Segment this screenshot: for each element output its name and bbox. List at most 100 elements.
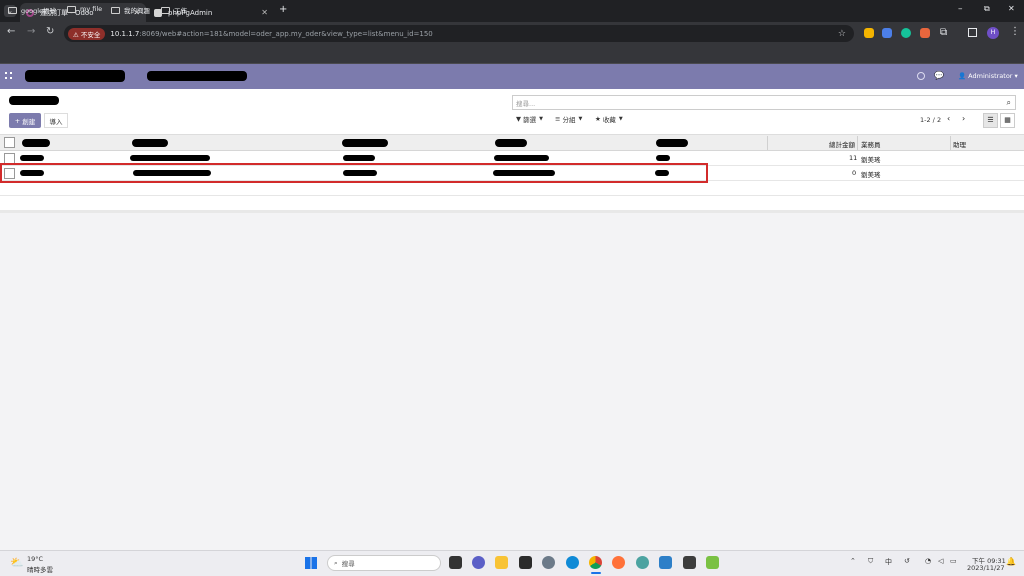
defender-icon[interactable]: ⛉ (868, 557, 873, 566)
active-app-indicator (591, 572, 601, 574)
column-header-salesperson[interactable]: 業務員 (861, 139, 881, 149)
column-divider (857, 136, 858, 150)
redacted-column-header[interactable] (342, 139, 388, 147)
pager-value[interactable]: 1-2 / 2 (920, 116, 941, 124)
group-label: 分組 (562, 116, 576, 124)
create-label: 創建 (22, 117, 36, 126)
folder-icon (8, 6, 17, 14)
user-menu[interactable]: 👤 Administrator ▾ (958, 72, 1018, 80)
battery-icon[interactable]: ▭ (950, 557, 957, 565)
wifi-icon[interactable]: ◔ (925, 557, 931, 565)
close-window-icon[interactable]: ✕ (1008, 4, 1015, 13)
redacted-cell (130, 155, 210, 161)
redacted-menu-item[interactable] (147, 71, 247, 81)
filters-dropdown[interactable]: ▼ 篩選 ▼ (516, 114, 543, 124)
redacted-column-header[interactable] (132, 139, 168, 147)
sitemap-extension-icon[interactable] (920, 28, 930, 38)
search-input[interactable]: 搜尋... ⌕ (512, 95, 1016, 110)
profile-avatar[interactable]: H (987, 27, 999, 39)
task-view-icon[interactable] (449, 556, 462, 569)
close-tab-icon[interactable]: ✕ (261, 8, 268, 17)
pager-prev-icon[interactable]: ‹ (947, 114, 950, 123)
favorites-dropdown[interactable]: ★ 收藏 ▼ (595, 114, 623, 124)
vscode-icon[interactable] (659, 556, 672, 569)
select-all-checkbox[interactable] (4, 137, 15, 148)
group-by-dropdown[interactable]: ≡ 分組 ▼ (555, 114, 582, 124)
edge-browser-icon[interactable] (566, 556, 579, 569)
redacted-breadcrumb (9, 96, 59, 105)
calendar-view-icon[interactable]: ▦ (1000, 113, 1015, 128)
bookmark-google[interactable]: google帳號 (8, 5, 56, 15)
folder-icon (161, 6, 170, 14)
row-salesperson: 劉美瑤 (861, 156, 881, 164)
minimize-icon[interactable]: – (958, 4, 963, 14)
table-footer-row (0, 181, 1024, 196)
search-placeholder: 搜尋... (516, 99, 536, 108)
windows-start-icon[interactable] (305, 557, 317, 569)
column-header-assistant[interactable]: 助理 (953, 139, 966, 149)
bookmark-label: 工作 (174, 7, 187, 15)
weather-icon[interactable]: ⛅ (10, 556, 24, 569)
bookmark-interests[interactable]: 我的興趣 (111, 5, 150, 15)
settings-gear-icon[interactable] (542, 556, 555, 569)
redacted-cell (656, 155, 670, 161)
folder-icon (67, 5, 76, 13)
ime-mode-icon[interactable]: ↺ (904, 557, 910, 565)
column-divider (767, 136, 768, 150)
browser-menu-icon[interactable]: ⋮ (1010, 26, 1020, 37)
maximize-icon[interactable]: ⧉ (984, 4, 990, 14)
app-icon[interactable] (683, 556, 696, 569)
terminal-icon[interactable] (519, 556, 532, 569)
pager-next-icon[interactable]: › (962, 114, 965, 123)
search-icon[interactable]: ⌕ (1007, 98, 1011, 108)
translate-extension-icon[interactable] (882, 28, 892, 38)
list-bottom-border (0, 210, 1024, 213)
remote-app-icon[interactable] (636, 556, 649, 569)
row-total: 0 (852, 169, 857, 177)
weather-temp[interactable]: 19°C (27, 555, 43, 563)
new-tab-button[interactable]: + (279, 4, 287, 15)
reload-icon[interactable]: ↻ (46, 26, 54, 37)
back-icon[interactable]: ← (7, 26, 15, 37)
redacted-column-header[interactable] (495, 139, 527, 147)
column-divider (950, 136, 951, 150)
favorites-label: 收藏 (602, 116, 616, 124)
list-view-icon[interactable]: ☰ (983, 113, 998, 128)
url-host: 10.1.1.7 (110, 29, 140, 38)
extension-icon[interactable] (864, 28, 874, 38)
chat-app-icon[interactable] (472, 556, 485, 569)
clock-date[interactable]: 2023/11/27 (967, 564, 1004, 572)
apps-menu-icon[interactable] (5, 72, 12, 79)
security-badge[interactable]: ⚠ 不安全 (68, 27, 106, 40)
grammar-extension-icon[interactable] (901, 28, 911, 38)
firefox-browser-icon[interactable] (612, 556, 625, 569)
file-explorer-icon[interactable] (495, 556, 508, 569)
address-bar[interactable]: ⚠ 不安全 10.1.1.7:8069/web#action=181&model… (64, 25, 854, 42)
search-icon: ⌕ (334, 558, 338, 567)
bookmark-label: 我的興趣 (124, 7, 150, 15)
import-button[interactable]: 導入 (44, 113, 68, 128)
create-button[interactable]: + 創建 (9, 113, 41, 128)
url-text: 10.1.1.7:8069/web#action=181&model=oder_… (110, 30, 432, 38)
ime-indicator[interactable]: 中 (885, 557, 892, 567)
forward-icon[interactable]: → (27, 26, 35, 37)
volume-icon[interactable]: ◁ (938, 557, 943, 565)
notification-bell-icon[interactable]: 🔔 (1006, 557, 1016, 566)
notepad-icon[interactable] (706, 556, 719, 569)
bookmark-work[interactable]: 工作 (161, 5, 187, 15)
show-hidden-icons[interactable]: ⌃ (850, 557, 856, 565)
side-panel-icon[interactable] (968, 28, 977, 37)
bookmark-label: google帳號 (21, 7, 57, 15)
extensions-puzzle-icon[interactable]: ⧉ (940, 27, 947, 38)
weather-desc[interactable]: 晴時多雲 (27, 564, 53, 574)
activity-clock-icon[interactable] (917, 72, 925, 80)
bookmark-myfile[interactable]: my file (67, 5, 102, 13)
column-header-total[interactable]: 總計金額 (829, 139, 855, 149)
redacted-column-header[interactable] (656, 139, 688, 147)
bookmark-star-icon[interactable]: ☆ (838, 29, 846, 39)
chat-icon[interactable]: 💬 (934, 71, 944, 80)
redacted-column-header[interactable] (22, 139, 50, 147)
taskbar-search[interactable]: ⌕ 搜尋 (327, 555, 441, 571)
row-salesperson: 劉美瑤 (861, 171, 881, 179)
chrome-browser-icon[interactable] (589, 556, 602, 569)
